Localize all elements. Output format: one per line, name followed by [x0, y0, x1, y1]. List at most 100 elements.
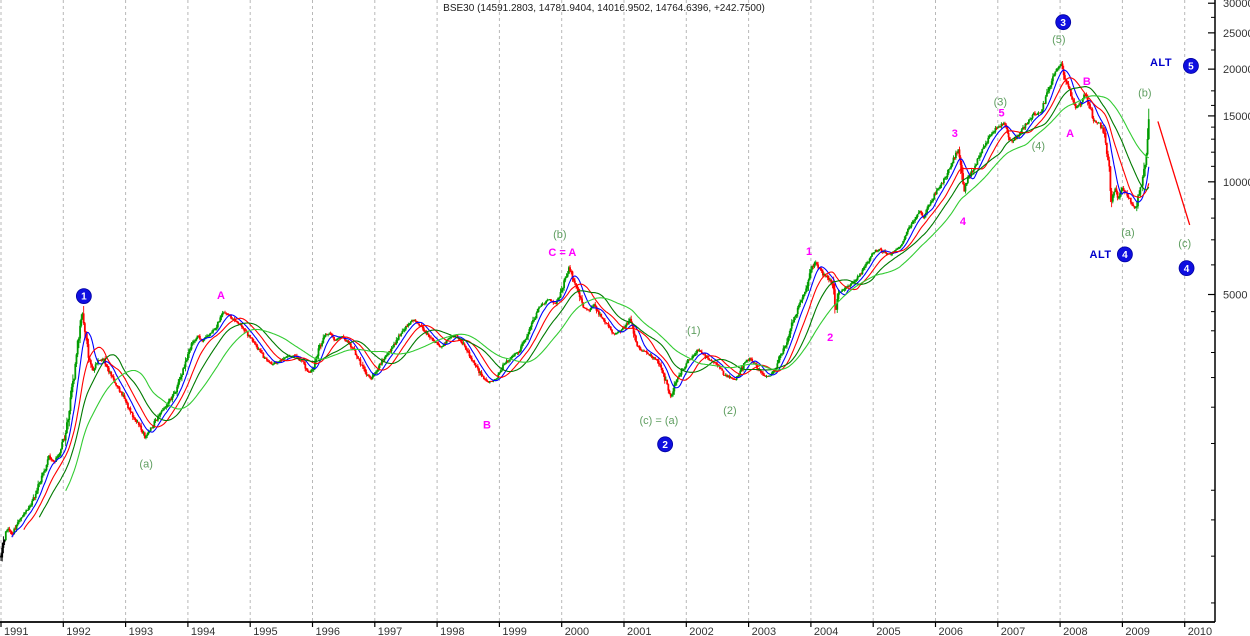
candle-body	[431, 338, 433, 340]
candle-body	[621, 330, 623, 332]
candle-body	[1047, 91, 1049, 93]
x-axis-label: 2005	[876, 626, 900, 636]
candle-body	[802, 297, 804, 300]
candle-body	[146, 434, 148, 436]
y-axis-label: 15000	[1223, 111, 1250, 123]
candle-body	[71, 387, 73, 397]
candle-body	[68, 411, 70, 420]
candle-body	[110, 372, 112, 376]
candle-body	[562, 288, 564, 290]
candle-body	[1027, 123, 1029, 124]
candle-body	[901, 244, 903, 246]
candle-body	[804, 292, 806, 294]
candle-body	[267, 361, 269, 362]
candle-body	[249, 335, 251, 338]
candle-body	[521, 344, 523, 347]
projection-line	[1158, 121, 1190, 225]
candle-body	[1068, 84, 1070, 87]
candle-body	[816, 262, 818, 264]
candle-body	[1, 548, 3, 558]
candle-body	[983, 147, 985, 149]
candle-body	[527, 334, 529, 336]
candle-body	[838, 293, 840, 299]
candle-body	[376, 370, 378, 371]
candle-body	[814, 263, 816, 267]
candle-body	[161, 411, 163, 413]
candle-body	[437, 343, 439, 345]
candle-body	[1135, 207, 1137, 208]
candle-body	[694, 354, 696, 356]
x-axis-label: 1996	[316, 626, 340, 636]
wave-label: A	[217, 290, 225, 302]
candle-body	[1008, 133, 1010, 137]
candle-body	[131, 412, 133, 413]
candle-body	[932, 199, 934, 201]
candle-body	[1105, 133, 1107, 143]
ma-layer	[12, 70, 1149, 537]
candle-body	[1069, 87, 1071, 89]
candle-body	[1048, 87, 1050, 91]
candle-body	[977, 159, 979, 165]
candle-body	[763, 375, 765, 376]
candle-body	[799, 302, 801, 305]
candle-body	[363, 366, 365, 369]
candle-body	[635, 336, 637, 342]
wave-label: (1)	[687, 325, 700, 337]
candle-body	[1142, 177, 1144, 186]
candle-body	[191, 343, 193, 349]
x-axis-label: 2008	[1063, 626, 1087, 636]
candle-body	[177, 382, 179, 386]
candle-body	[387, 353, 389, 355]
candle-body	[1093, 118, 1095, 121]
candle-body	[1088, 102, 1090, 104]
candle-body	[1050, 85, 1052, 87]
x-axis-label: 1991	[4, 626, 28, 636]
candle-body	[871, 254, 873, 257]
candle-body	[987, 138, 989, 143]
candle-body	[324, 336, 326, 337]
candle-body	[1148, 119, 1150, 139]
candle-body	[1045, 97, 1047, 104]
candle-body	[803, 294, 805, 297]
candle-body	[909, 227, 911, 228]
candle-body	[1064, 75, 1066, 79]
candle-body	[95, 364, 97, 368]
candle-body	[230, 316, 232, 319]
candle-body	[872, 253, 874, 254]
candle-body	[914, 219, 916, 221]
candle-body	[322, 338, 324, 343]
candle-body	[560, 292, 562, 298]
candle-body	[465, 346, 467, 350]
y-axis-label: 5000	[1223, 290, 1247, 302]
candle-body	[902, 241, 904, 244]
candle-body	[219, 317, 221, 321]
candle-body	[805, 289, 807, 293]
candle-body	[140, 426, 142, 430]
candle-body	[357, 356, 359, 358]
annotation-layer: 1(a)AB(b)C = A(c) = (a)2(1)(2)1234(3)5(4…	[76, 15, 1198, 471]
candle-body	[83, 313, 85, 323]
candle-body	[779, 355, 781, 360]
wave-circle-number: 4	[1184, 264, 1190, 275]
candle-body	[394, 344, 396, 345]
candle-body	[1127, 196, 1129, 198]
candle-body	[225, 313, 227, 314]
candle-body	[469, 352, 471, 356]
candle-body	[31, 501, 33, 505]
candle-body	[1052, 76, 1054, 81]
wave-label: (a)	[139, 458, 152, 470]
candle-body	[512, 356, 514, 357]
candle-body	[528, 329, 530, 334]
candle-body	[91, 364, 93, 367]
candle-body	[501, 370, 503, 371]
price-chart-canvas[interactable]: BSE30 (14591.2803, 14781.9404, 14016.950…	[0, 0, 1250, 636]
candle-body	[1113, 192, 1115, 195]
wave-label: 2	[827, 332, 833, 344]
candle-body	[579, 292, 581, 297]
candle-body	[856, 280, 858, 281]
candle-body	[41, 476, 43, 483]
wave-label: (b)	[1138, 88, 1151, 100]
candle-body	[953, 158, 955, 164]
candle-body	[187, 354, 189, 360]
x-axis-label: 1993	[129, 626, 153, 636]
